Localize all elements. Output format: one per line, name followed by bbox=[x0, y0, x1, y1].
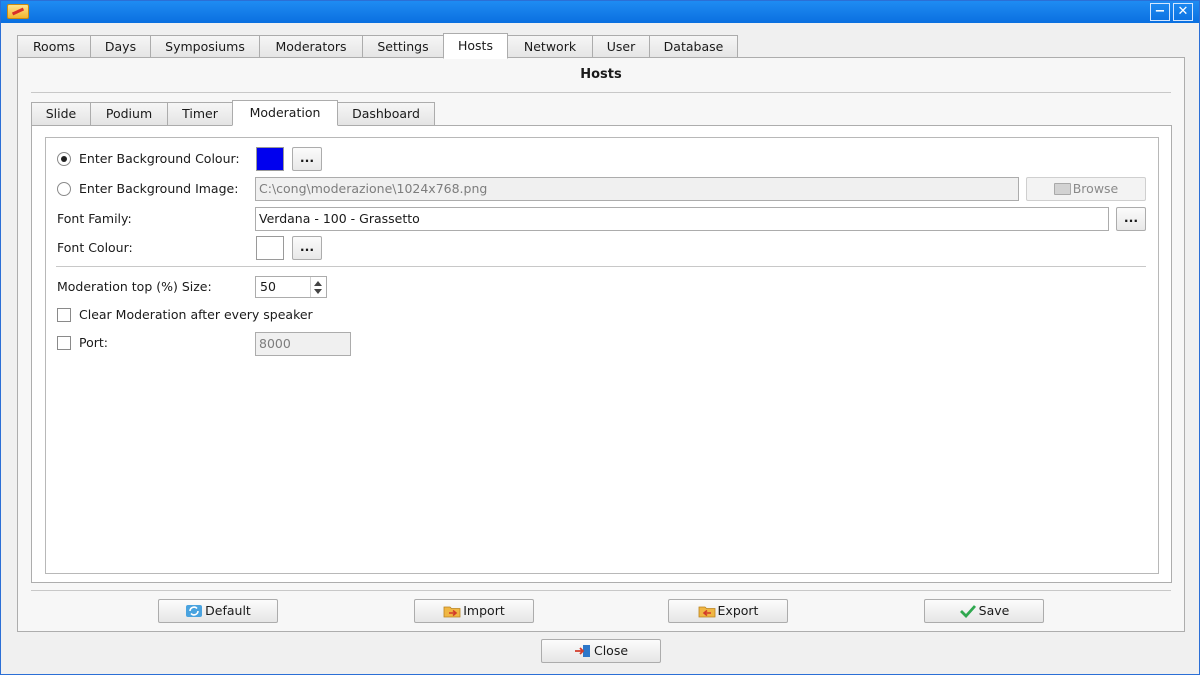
close-label: Close bbox=[593, 643, 629, 658]
bg-colour-label: Enter Background Colour: bbox=[79, 151, 240, 166]
window-close-button[interactable]: ✕ bbox=[1173, 3, 1193, 21]
export-button[interactable]: Export bbox=[668, 599, 788, 623]
section-divider bbox=[56, 266, 1146, 267]
tab-days[interactable]: Days bbox=[90, 35, 151, 59]
size-value: 50 bbox=[260, 279, 276, 294]
bg-colour-picker-button[interactable]: ... bbox=[292, 147, 322, 171]
tab-network[interactable]: Network bbox=[507, 35, 593, 59]
checkmark-icon bbox=[959, 605, 976, 618]
bg-colour-radio[interactable] bbox=[57, 152, 71, 166]
clear-moderation-checkbox[interactable] bbox=[57, 308, 71, 322]
bg-colour-swatch[interactable] bbox=[256, 147, 284, 171]
spin-buttons[interactable] bbox=[310, 277, 326, 297]
font-colour-swatch[interactable] bbox=[256, 236, 284, 260]
page-title: Hosts bbox=[580, 67, 622, 82]
browse-label: Browse bbox=[1072, 181, 1119, 196]
port-checkbox[interactable] bbox=[57, 336, 71, 350]
import-label: Import bbox=[463, 603, 505, 618]
title-bar[interactable]: − ✕ bbox=[1, 1, 1199, 23]
default-label: Default bbox=[205, 603, 251, 618]
font-colour-picker-button[interactable]: ... bbox=[292, 236, 322, 260]
refresh-icon bbox=[186, 605, 203, 617]
save-button[interactable]: Save bbox=[924, 599, 1044, 623]
tab-settings[interactable]: Settings bbox=[362, 35, 444, 59]
minimize-button[interactable]: − bbox=[1150, 3, 1170, 21]
bg-image-path-field[interactable]: C:\cong\moderazione\1024x768.png bbox=[255, 177, 1019, 201]
tab-moderators[interactable]: Moderators bbox=[259, 35, 363, 59]
tab-symposiums[interactable]: Symposiums bbox=[150, 35, 260, 59]
tab-hosts[interactable]: Hosts bbox=[443, 33, 508, 59]
size-stepper[interactable]: 50 bbox=[255, 276, 327, 298]
tab-timer[interactable]: Timer bbox=[167, 102, 233, 126]
default-button[interactable]: Default bbox=[158, 599, 278, 623]
font-family-label: Font Family: bbox=[57, 211, 132, 226]
folder-icon bbox=[1053, 183, 1071, 195]
app-icon bbox=[7, 4, 29, 19]
font-colour-label: Font Colour: bbox=[57, 240, 133, 255]
browse-button[interactable]: Browse bbox=[1026, 177, 1146, 201]
export-label: Export bbox=[717, 603, 759, 618]
clear-moderation-label: Clear Moderation after every speaker bbox=[79, 307, 313, 322]
tab-dashboard[interactable]: Dashboard bbox=[337, 102, 435, 126]
port-field[interactable]: 8000 bbox=[255, 332, 351, 356]
close-button[interactable]: Close bbox=[541, 639, 661, 663]
font-family-field[interactable]: Verdana - 100 - Grassetto bbox=[255, 207, 1109, 231]
tab-database[interactable]: Database bbox=[649, 35, 738, 59]
tab-slide[interactable]: Slide bbox=[31, 102, 91, 126]
tab-rooms[interactable]: Rooms bbox=[17, 35, 91, 59]
exit-door-icon bbox=[574, 645, 590, 657]
port-label: Port: bbox=[79, 335, 108, 350]
import-button[interactable]: Import bbox=[414, 599, 534, 623]
tab-user[interactable]: User bbox=[592, 35, 650, 59]
title-divider bbox=[31, 92, 1171, 93]
font-picker-button[interactable]: ... bbox=[1116, 207, 1146, 231]
size-label: Moderation top (%) Size: bbox=[57, 279, 212, 294]
app-window: − ✕ Rooms Days Symposiums Moderators Set… bbox=[0, 0, 1200, 675]
footer-divider bbox=[31, 590, 1171, 591]
spin-down-icon[interactable] bbox=[314, 289, 322, 294]
spin-up-icon[interactable] bbox=[314, 281, 322, 286]
folder-export-icon bbox=[698, 606, 715, 618]
save-label: Save bbox=[978, 603, 1010, 618]
tab-podium[interactable]: Podium bbox=[90, 102, 168, 126]
tab-moderation[interactable]: Moderation bbox=[232, 100, 338, 126]
moderation-settings-box bbox=[45, 137, 1159, 574]
bg-image-label: Enter Background Image: bbox=[79, 181, 239, 196]
folder-import-icon bbox=[443, 606, 461, 618]
bg-image-radio[interactable] bbox=[57, 182, 71, 196]
